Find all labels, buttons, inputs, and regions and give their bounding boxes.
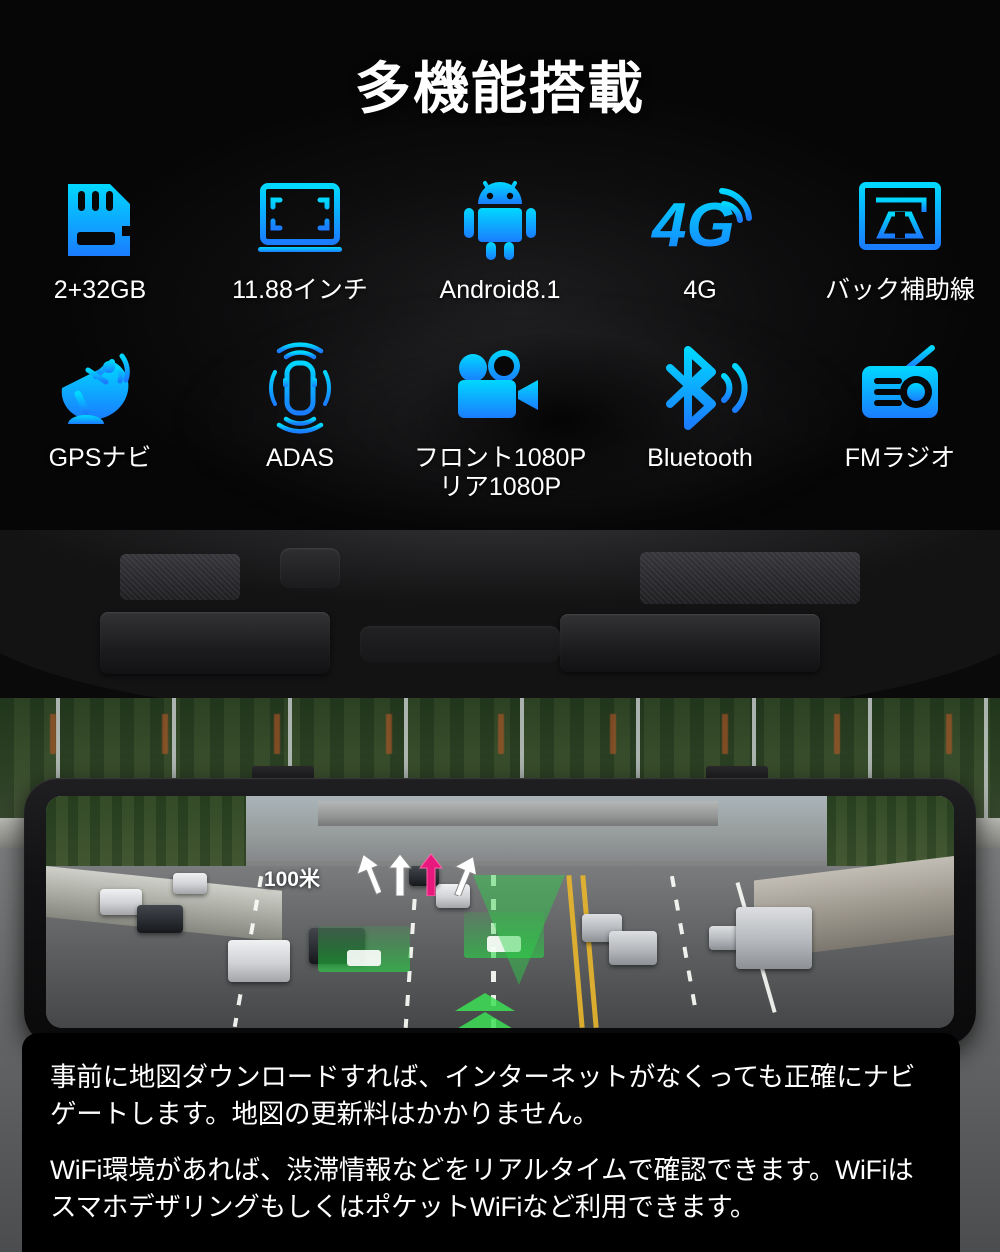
- description-paragraph-2: WiFi環境があれば、渋滞情報などをリアルタイムで確認できます。WiFiはスマホ…: [50, 1155, 914, 1222]
- adas-chevron: [454, 1011, 515, 1028]
- feature-item-bluetooth: Bluetooth: [600, 340, 800, 502]
- rearview-mirror-dashcam[interactable]: 100米: [24, 778, 976, 1046]
- left-merge-arrow-icon: [356, 853, 381, 895]
- product-feature-page: 多機能搭載 2+32GB 11.88インチ Android8.1 4G 4G バ…: [0, 0, 1000, 1252]
- sun-visor-right: [560, 614, 820, 672]
- screen-vehicle: [708, 925, 739, 950]
- feature-item-parking-guideline: バック補助線: [800, 172, 1000, 305]
- feature-label: ADAS: [265, 444, 335, 472]
- sun-visor-left: [100, 612, 330, 674]
- feature-label: Android8.1: [439, 276, 561, 304]
- adas-lane-cone: [472, 874, 565, 985]
- satellite-dish-icon: [52, 340, 148, 436]
- adas-chevron: [454, 993, 515, 1012]
- video-camera-icon: [448, 340, 552, 436]
- feature-label: バック補助線: [824, 276, 975, 304]
- fence-hooks: [0, 714, 1000, 754]
- sd-card-icon: [54, 172, 146, 268]
- feature-item-adas: ADAS: [200, 340, 400, 502]
- mirror-display-screen[interactable]: 100米: [46, 796, 954, 1028]
- screen-trees-left: [46, 796, 246, 875]
- headliner-speaker-right: [640, 552, 860, 604]
- overhead-console: [360, 626, 560, 662]
- feature-item-storage: 2+32GB: [0, 172, 200, 305]
- screen-vehicle: [136, 905, 183, 934]
- screen-vehicle: [227, 939, 290, 982]
- feature-item-camera-resolution: フロント1080P リア1080P: [400, 340, 600, 502]
- feature-item-screen-size: 11.88インチ: [200, 172, 400, 305]
- feature-label: Bluetooth: [647, 444, 753, 472]
- description-panel: 事前に地図ダウンロードすれば、インターネットがなくっても正確にナビゲートします。…: [22, 1033, 960, 1252]
- feature-label: 11.88インチ: [232, 276, 368, 304]
- headliner-panel-center: [280, 548, 340, 588]
- feature-item-4g: 4G 4G: [600, 172, 800, 305]
- feature-row-2: GPSナビ ADAS フロント1080P リア1080P Bluetooth F…: [0, 340, 1000, 502]
- android-robot-icon: [454, 172, 546, 268]
- car-headliner: [0, 530, 1000, 720]
- screen-overpass: [318, 800, 718, 827]
- feature-label: 4G: [683, 276, 717, 304]
- svg-text:4G: 4G: [650, 191, 735, 260]
- adas-radar-car-icon: [254, 340, 346, 436]
- description-paragraph-1: 事前に地図ダウンロードすれば、インターネットがなくっても正確にナビゲートします。…: [50, 1062, 916, 1129]
- 4g-signal-icon: 4G: [648, 172, 752, 268]
- right-arrow-icon: [453, 855, 476, 896]
- feature-row-1: 2+32GB 11.88インチ Android8.1 4G 4G バック補助線: [0, 172, 1000, 305]
- parking-guideline-icon: [850, 172, 950, 268]
- feature-item-gps: GPSナビ: [0, 340, 200, 502]
- feature-section: 多機能搭載 2+32GB 11.88インチ Android8.1 4G 4G バ…: [0, 0, 1000, 530]
- feature-label: FMラジオ: [844, 444, 956, 472]
- bluetooth-icon: [650, 340, 750, 436]
- adas-vehicle-highlight: [318, 925, 411, 972]
- screen-size-icon: [250, 172, 350, 268]
- screen-vehicle: [736, 907, 813, 970]
- nav-distance-label: 100米: [263, 868, 320, 892]
- feature-label: GPSナビ: [48, 444, 152, 472]
- adas-vehicle-marker: [347, 949, 382, 966]
- headliner-speaker-left: [120, 554, 240, 600]
- feature-label: フロント1080P リア1080P: [413, 444, 587, 501]
- screen-vehicle: [173, 872, 208, 894]
- screen-vehicle: [608, 930, 657, 965]
- feature-item-android: Android8.1: [400, 172, 600, 305]
- screen-trees-right: [826, 796, 954, 866]
- nav-lane-arrows: [355, 852, 476, 896]
- fm-radio-icon: [850, 340, 950, 436]
- active-straight-arrow-icon: [418, 852, 443, 896]
- page-title: 多機能搭載: [355, 57, 645, 120]
- straight-arrow-icon: [387, 852, 412, 896]
- feature-item-fm-radio: FMラジオ: [800, 340, 1000, 502]
- feature-label: 2+32GB: [53, 276, 147, 304]
